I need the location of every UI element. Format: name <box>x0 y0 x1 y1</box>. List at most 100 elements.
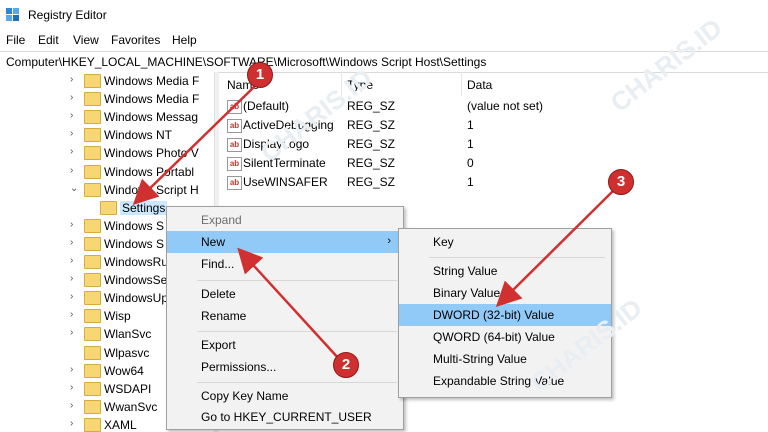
tree-item-label: Windows NT <box>104 128 173 143</box>
value-type: REG_SZ <box>347 118 396 132</box>
folder-icon <box>84 74 101 88</box>
menu-file[interactable]: File <box>6 33 25 47</box>
tree-item[interactable]: › Windows Photo V <box>0 144 214 162</box>
chevron-right-icon[interactable]: › <box>70 237 80 248</box>
folder-icon <box>84 327 101 342</box>
tree-item-label: Windows Script H <box>104 182 199 197</box>
tree-item-label: WindowsUp <box>104 291 169 306</box>
menu-separator <box>197 331 397 332</box>
folder-icon <box>84 182 101 197</box>
tree-item[interactable]: › Windows Media F <box>0 90 214 108</box>
chevron-right-icon[interactable]: › <box>70 255 80 266</box>
string-value-icon: ab <box>227 119 242 133</box>
value-type: REG_SZ <box>347 156 396 170</box>
value-name: UseWINSAFER <box>243 175 328 189</box>
window-title: Registry Editor <box>28 8 107 22</box>
tree-item-label: Windows S <box>104 236 165 251</box>
chevron-right-icon[interactable]: › <box>70 92 80 103</box>
chevron-right-icon: › <box>387 235 391 247</box>
chevron-right-icon[interactable]: › <box>70 273 80 284</box>
menu-edit[interactable]: Edit <box>38 33 59 47</box>
folder-icon <box>84 146 101 161</box>
chevron-right-icon[interactable]: › <box>70 309 80 320</box>
chevron-right-icon[interactable]: › <box>70 74 80 85</box>
menu-view[interactable]: View <box>73 33 99 47</box>
menu-help[interactable]: Help <box>172 33 197 47</box>
chevron-right-icon[interactable]: › <box>70 291 80 302</box>
folder-icon <box>84 128 101 143</box>
tree-item-label: WwanSvc <box>104 399 158 414</box>
menu-item-find[interactable]: Find... <box>167 253 403 275</box>
string-value-icon: ab <box>227 157 242 171</box>
tree-item-label: Wlpasvc <box>104 345 150 360</box>
chevron-down-icon[interactable]: ⌄ <box>70 183 80 194</box>
string-value-icon: ab <box>227 138 242 152</box>
chevron-right-icon[interactable]: › <box>70 327 80 338</box>
submenu-item-string[interactable]: String Value <box>399 260 611 282</box>
chevron-right-icon[interactable]: › <box>70 128 80 139</box>
folder-icon <box>84 381 101 396</box>
tree-item-label: Settings <box>120 200 168 215</box>
menu-item-rename[interactable]: Rename <box>167 305 403 327</box>
folder-icon <box>84 92 101 107</box>
menu-favorites[interactable]: Favorites <box>111 33 160 47</box>
value-data: 1 <box>467 118 474 132</box>
tree-item-label: Windows Media F <box>104 92 200 107</box>
context-menu: Expand New › Find... Delete Rename Expor… <box>166 206 404 430</box>
value-row[interactable]: ab UseWINSAFER REG_SZ 1 <box>219 173 768 192</box>
folder-icon <box>84 110 101 125</box>
folder-icon <box>84 291 101 306</box>
menu-separator <box>197 382 397 383</box>
tree-item[interactable]: › Windows NT <box>0 126 214 144</box>
menu-item-goto-hkcu[interactable]: Go to HKEY_CURRENT_USER <box>167 406 403 428</box>
menu-bar: File Edit View Favorites Help <box>0 30 768 50</box>
column-separator[interactable] <box>461 72 462 96</box>
submenu-item-dword[interactable]: DWORD (32-bit) Value <box>399 304 611 326</box>
tree-item[interactable]: › Windows Messag <box>0 108 214 126</box>
chevron-right-icon[interactable]: › <box>70 418 80 429</box>
registry-editor-icon <box>6 8 20 22</box>
address-path[interactable]: Computer\HKEY_LOCAL_MACHINE\SOFTWARE\Mic… <box>6 55 486 69</box>
column-data-header[interactable]: Data <box>467 78 492 92</box>
tree-item[interactable]: › Windows Portabl <box>0 163 214 181</box>
tree-item[interactable]: › Windows Media F <box>0 72 214 90</box>
submenu-item-expandable-string[interactable]: Expandable String Value <box>399 370 611 392</box>
tree-item[interactable]: ⌄ Windows Script H <box>0 181 214 199</box>
value-data: 1 <box>467 137 474 151</box>
chevron-right-icon[interactable]: › <box>70 400 80 411</box>
value-type: REG_SZ <box>347 175 396 189</box>
chevron-right-icon[interactable]: › <box>70 110 80 121</box>
folder-icon <box>84 309 101 324</box>
menu-item-export[interactable]: Export <box>167 334 403 356</box>
menu-item-expand[interactable]: Expand <box>167 209 403 231</box>
chevron-right-icon[interactable]: › <box>70 219 80 230</box>
folder-icon <box>84 218 101 233</box>
step-badge-3: 3 <box>608 169 634 195</box>
menu-item-copy-key-name[interactable]: Copy Key Name <box>167 385 403 407</box>
folder-icon <box>84 363 101 378</box>
string-value-icon: ab <box>227 176 242 190</box>
menu-separator <box>197 280 397 281</box>
value-row[interactable]: ab SilentTerminate REG_SZ 0 <box>219 154 768 173</box>
folder-icon <box>84 417 101 432</box>
folder-icon <box>84 255 101 269</box>
menu-item-delete[interactable]: Delete <box>167 283 403 305</box>
value-data: 0 <box>467 156 474 170</box>
submenu-item-binary[interactable]: Binary Value <box>399 282 611 304</box>
submenu-item-key[interactable]: Key <box>399 231 611 253</box>
chevron-right-icon[interactable]: › <box>70 146 80 157</box>
tree-item-label: WSDAPI <box>104 381 152 396</box>
chevron-right-icon[interactable]: › <box>70 165 80 176</box>
value-name: (Default) <box>243 99 290 113</box>
folder-icon <box>84 345 101 360</box>
folder-icon <box>84 236 101 251</box>
menu-item-new[interactable]: New › <box>167 231 403 253</box>
menu-item-permissions[interactable]: Permissions... <box>167 356 403 378</box>
chevron-right-icon[interactable]: › <box>70 382 80 393</box>
chevron-right-icon[interactable]: › <box>70 364 80 375</box>
tree-item-label: Windows Photo V <box>104 146 199 161</box>
tree-item-label: Windows Media F <box>104 74 200 88</box>
tree-item-label: Windows Portabl <box>104 164 195 179</box>
title-bar: Registry Editor <box>0 0 768 30</box>
step-badge-1: 1 <box>247 62 273 88</box>
